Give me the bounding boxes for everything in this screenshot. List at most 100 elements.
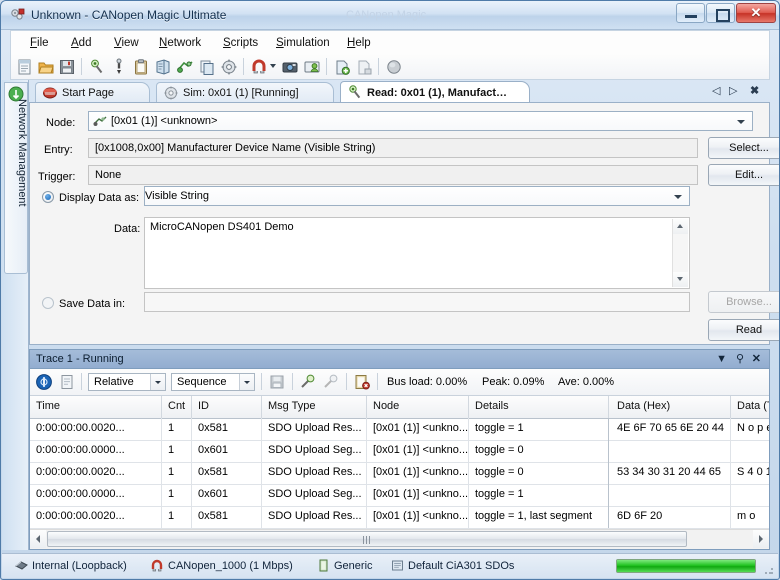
save-trace-icon[interactable] [268, 373, 286, 391]
globe-icon[interactable] [385, 58, 403, 76]
menu-item-scripts[interactable]: Scripts [216, 34, 265, 52]
minimize-button[interactable] [676, 3, 705, 23]
camera-icon[interactable] [281, 58, 299, 76]
left-dock-strip: Network Management [2, 80, 29, 550]
read-button[interactable]: Read [708, 319, 780, 341]
settings-gear-icon[interactable] [220, 58, 238, 76]
node-combobox[interactable]: [0x01 (1)] <unknown> [88, 111, 753, 131]
clear-log-icon[interactable] [353, 373, 371, 391]
display-data-combobox[interactable]: Visible String [144, 186, 690, 206]
export-icon[interactable] [355, 58, 373, 76]
read-pin-icon [347, 84, 363, 100]
column-header-id[interactable]: ID [192, 396, 262, 418]
menu-item-network[interactable]: Network [152, 34, 208, 52]
time-mode-combobox[interactable]: Relative [88, 373, 166, 391]
column-header-msg-type[interactable]: Msg Type [262, 396, 367, 418]
import-icon[interactable] [333, 58, 351, 76]
scroll-up-button[interactable] [673, 219, 688, 234]
close-button[interactable]: ✕ [736, 3, 776, 23]
panel-close-icon[interactable]: ✕ [752, 352, 761, 366]
edit-button[interactable]: Edit... [708, 164, 780, 186]
clipboard-icon[interactable] [132, 58, 150, 76]
column-header-details[interactable]: Details [469, 396, 609, 418]
menu-item-simulation[interactable]: Simulation [269, 34, 337, 52]
network-scan-icon[interactable] [176, 58, 194, 76]
trigger-label: Trigger: [38, 170, 76, 184]
chevron-down-icon [677, 277, 683, 281]
cell-cnt: 1 [162, 462, 192, 484]
maximize-button[interactable] [706, 3, 735, 23]
trace-horizontal-scrollbar[interactable] [30, 529, 769, 549]
cell-time: 0:00:00:00.0020... [30, 462, 162, 484]
node-copy-icon[interactable] [198, 58, 216, 76]
table-header-row: Time Cnt ID Msg Type Node Details Data (… [30, 396, 769, 419]
cell-node: [0x01 (1)] <unkno... [367, 418, 469, 440]
status-baudrate[interactable]: CANopen_1000 (1 Mbps) [168, 559, 293, 573]
scrollbar-thumb[interactable] [47, 531, 687, 547]
panel-pin-icon[interactable]: ⚲ [736, 352, 744, 366]
column-header-time[interactable]: Time [30, 396, 162, 418]
scrollbar-grip-icon [363, 536, 371, 544]
table-row[interactable]: 0:00:00:00.0000... 1 0x601 SDO Upload Se… [30, 440, 769, 463]
read-sdo-icon[interactable] [88, 58, 106, 76]
data-textarea[interactable]: MicroCANopen DS401 Demo [144, 217, 690, 289]
scroll-down-button[interactable] [673, 272, 688, 287]
tab-simulation[interactable]: Sim: 0x01 (1) [Running] [156, 82, 334, 102]
chevron-down-icon[interactable] [150, 374, 165, 390]
object-dictionary-icon[interactable] [154, 58, 172, 76]
status-device[interactable]: Generic [334, 559, 373, 573]
save-disk-icon[interactable] [58, 58, 76, 76]
tab-close-icon[interactable]: ✖ [750, 84, 759, 98]
write-sdo-icon[interactable] [110, 58, 128, 76]
record-trace-icon[interactable] [35, 373, 53, 391]
filter-include-icon[interactable] [299, 373, 317, 391]
cell-cnt: 1 [162, 484, 192, 506]
cell-data-hex: 6D 6F 20 [611, 506, 731, 528]
save-data-field[interactable] [144, 292, 690, 312]
cell-data-text: N o p e n D [731, 418, 769, 440]
column-header-data-hex[interactable]: Data (Hex) [611, 396, 731, 418]
sidebar-item-network-management[interactable]: Network Management [4, 82, 28, 274]
panel-menu-icon[interactable]: ▼ [716, 352, 727, 366]
menu-item-help[interactable]: Help [340, 34, 378, 52]
chevron-down-icon[interactable] [737, 120, 745, 124]
bus-load-status: Bus load: 0.00% [387, 376, 467, 388]
table-row[interactable]: 0:00:00:00.0020... 1 0x581 SDO Upload Re… [30, 462, 769, 485]
chevron-down-icon[interactable] [674, 195, 682, 199]
table-row[interactable]: 0:00:00:00.0020... 1 0x581 SDO Upload Re… [30, 506, 769, 529]
trace-toolbar-separator-2 [261, 373, 262, 390]
magnet-dropdown-icon[interactable] [270, 64, 276, 68]
tab-next-icon[interactable]: ▷ [729, 84, 737, 98]
tab-prev-icon[interactable]: ◁ [712, 84, 720, 98]
display-data-radio[interactable] [42, 191, 54, 203]
table-row[interactable]: 0:00:00:00.0000... 1 0x601 SDO Upload Se… [30, 484, 769, 507]
trigger-field[interactable]: None [88, 165, 698, 185]
data-vertical-scrollbar[interactable] [672, 219, 688, 287]
column-header-node[interactable]: Node [367, 396, 469, 418]
new-document-icon[interactable] [16, 58, 34, 76]
scroll-right-button[interactable] [753, 530, 769, 548]
tab-read-sdo[interactable]: Read: 0x01 (1), Manufact… [340, 81, 530, 103]
clear-trace-icon[interactable] [58, 373, 76, 391]
status-interface[interactable]: Internal (Loopback) [32, 559, 127, 573]
resize-grip-icon[interactable] [764, 565, 774, 575]
magnet-icon[interactable] [250, 58, 268, 76]
node-label: Node: [46, 116, 75, 130]
menu-item-add[interactable]: Add [64, 34, 98, 52]
open-folder-icon[interactable] [37, 58, 55, 76]
column-header-cnt[interactable]: Cnt [162, 396, 192, 418]
scroll-left-button[interactable] [30, 530, 46, 548]
menu-item-file[interactable]: File [23, 34, 56, 52]
filter-exclude-icon[interactable] [322, 373, 340, 391]
save-data-radio[interactable] [42, 297, 54, 309]
tab-start-page[interactable]: Start Page [35, 82, 150, 102]
column-header-data-text[interactable]: Data (Text) [731, 396, 769, 418]
user-card-icon[interactable] [303, 58, 321, 76]
entry-field[interactable]: [0x1008,0x00] Manufacturer Device Name (… [88, 138, 698, 158]
menu-item-view[interactable]: View [107, 34, 146, 52]
chevron-down-icon[interactable] [239, 374, 254, 390]
status-sdo-profile[interactable]: Default CiA301 SDOs [408, 559, 514, 573]
select-button[interactable]: Select... [708, 137, 780, 159]
table-row[interactable]: 0:00:00:00.0020... 1 0x581 SDO Upload Re… [30, 418, 769, 441]
sort-mode-combobox[interactable]: Sequence [171, 373, 255, 391]
